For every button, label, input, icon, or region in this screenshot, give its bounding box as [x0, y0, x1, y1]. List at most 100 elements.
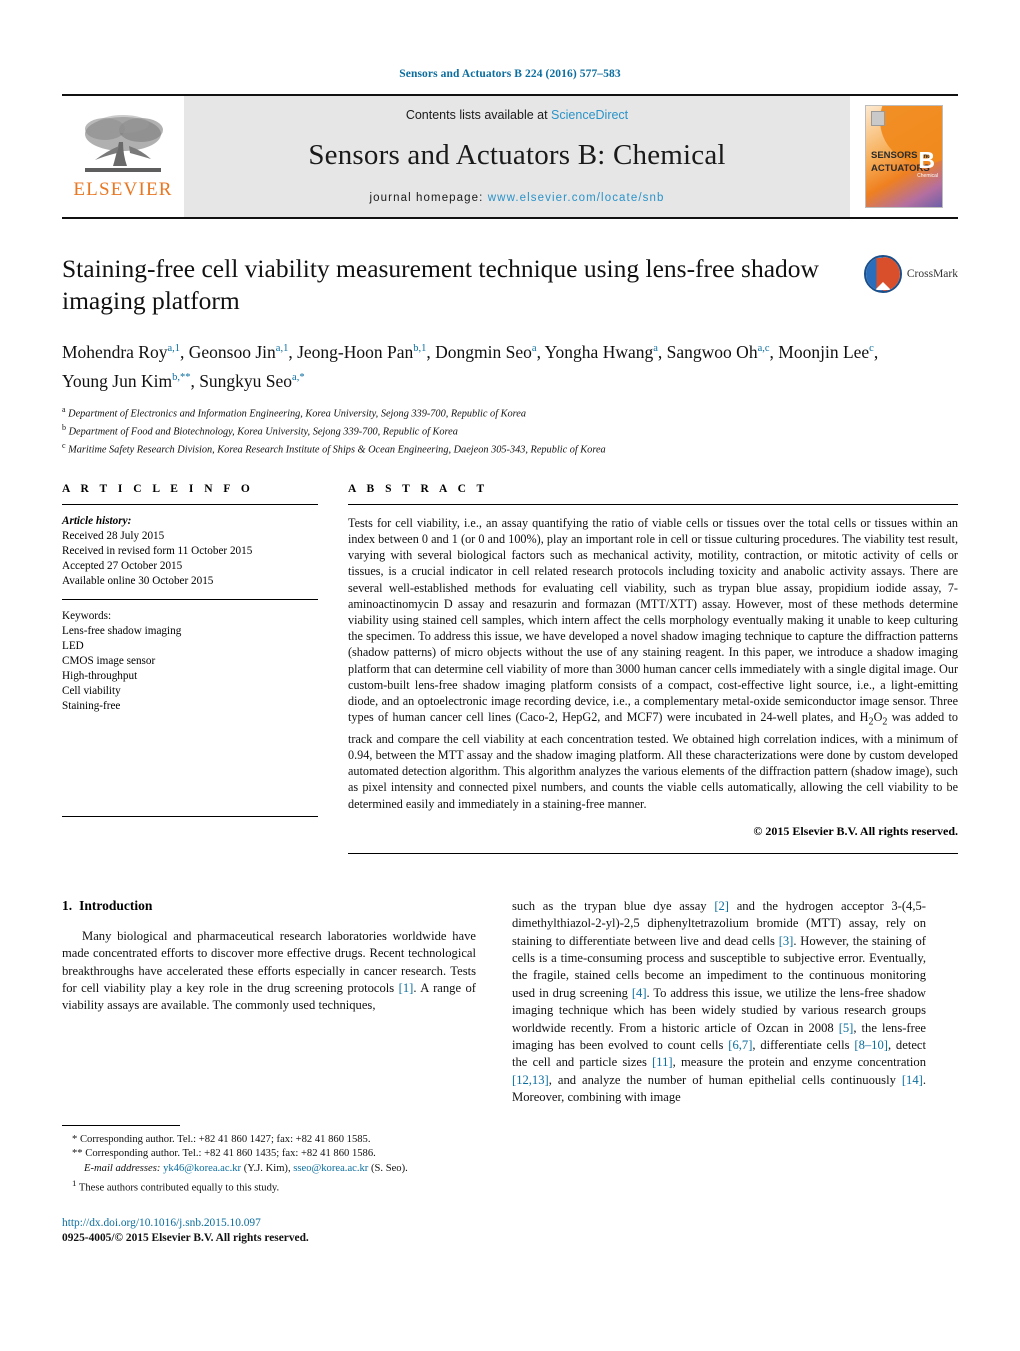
running-head: Sensors and Actuators B 224 (2016) 577–5…	[399, 68, 621, 80]
citation-ref[interactable]: [12,13]	[512, 1073, 549, 1087]
homepage-label: journal homepage:	[369, 191, 484, 204]
crossmark-icon	[863, 255, 902, 293]
keyword-item: Staining-free	[62, 699, 121, 712]
author-affiliation-mark: a,1	[167, 343, 181, 354]
author-affiliation-mark: b,1	[413, 343, 427, 354]
author-name: Mohendra Roy	[62, 341, 168, 362]
keywords-label: Keywords:	[62, 609, 112, 622]
citation-ref[interactable]: [3]	[779, 934, 794, 948]
cover-series-letter: B	[918, 147, 935, 173]
email-link-2[interactable]: sseo@korea.ac.kr	[293, 1163, 368, 1174]
keyword-item: High-throughput	[62, 669, 138, 682]
author-name: Jeong-Hoon Pan	[297, 341, 414, 362]
abstract-copyright: © 2015 Elsevier B.V. All rights reserved…	[753, 823, 958, 838]
citation-ref[interactable]: [8–10]	[854, 1038, 888, 1052]
footnote-corresponding-1: * Corresponding author. Tel.: +82 41 860…	[62, 1133, 476, 1147]
doi-link[interactable]: http://dx.doi.org/10.1016/j.snb.2015.10.…	[62, 1216, 476, 1231]
crossmark-label: CrossMark	[906, 268, 958, 280]
footnote-text-3: These authors contributed equally to thi…	[78, 1182, 280, 1194]
citation-ref[interactable]: [14]	[902, 1073, 923, 1087]
info-abstract-block: A R T I C L E I N F O Article history: R…	[62, 483, 958, 854]
affiliation-item: c Maritime Safety Research Division, Kor…	[62, 440, 606, 456]
citation-ref[interactable]: [11]	[652, 1055, 673, 1069]
intro-paragraph-right: such as the trypan blue dye assay [2] an…	[512, 898, 927, 1105]
citation-ref[interactable]: [2]	[714, 899, 729, 913]
article-history: Article history: Received 28 July 2015 R…	[62, 505, 318, 589]
author-name: Yongha Hwang	[544, 341, 654, 362]
author-affiliation-mark: a,1	[275, 343, 289, 354]
publisher-logo: ELSEVIER	[62, 96, 184, 217]
footnote-equal-contribution: 1 These authors contributed equally to t…	[62, 1176, 476, 1196]
citation-ref[interactable]: [4]	[632, 986, 647, 1000]
intro-paragraph-left: Many biological and pharmaceutical resea…	[62, 928, 476, 1015]
page-title: Staining-free cell viability measurement…	[62, 254, 819, 315]
sciencedirect-link[interactable]: ScienceDirect	[551, 108, 628, 122]
contents-prefix: Contents lists available at	[405, 107, 552, 122]
affiliation-mark: b	[62, 422, 66, 432]
history-line: Received 28 July 2015	[62, 529, 165, 542]
abstract-column: A B S T R A C T Tests for cell viability…	[340, 483, 958, 854]
author-name: Dongmin Seo	[435, 341, 532, 362]
footnote-corresponding-2: ** Corresponding author. Tel.: +82 41 86…	[62, 1147, 476, 1161]
contents-available-line: Contents lists available at ScienceDirec…	[406, 108, 628, 122]
elsevier-tree-icon	[85, 115, 163, 172]
author-affiliation-mark: a,*	[292, 371, 305, 383]
body-columns: 1. Introduction Many biological and pharm…	[62, 898, 958, 1107]
journal-cover-thumbnail: SENSORS and ACTUATORS B Chemical	[850, 96, 958, 217]
keywords-rule	[62, 598, 318, 600]
author-name: Moonjin Lee	[778, 341, 870, 362]
author-name: Young Jun Kim	[62, 370, 173, 391]
author-affiliation-mark: b,**	[172, 371, 191, 383]
abstract-rule-end	[348, 852, 958, 854]
footnote-mark-3: 1	[72, 1178, 77, 1189]
history-line: Received in revised form 11 October 2015	[62, 544, 253, 557]
author-name: Sangwoo Oh	[666, 341, 758, 362]
section-title: Introduction	[79, 897, 153, 913]
footnote-divider	[62, 1125, 180, 1126]
cover-publisher-mark-icon	[871, 111, 885, 126]
footnote-emails: E-mail addresses: yk46@korea.ac.kr (Y.J.…	[62, 1162, 476, 1176]
author-list: Mohendra Roya,1, Geonsoo Jina,1, Jeong-H…	[62, 341, 879, 391]
email-link-1[interactable]: yk46@korea.ac.kr	[163, 1163, 241, 1174]
affiliation-item: b Department of Food and Biotechnology, …	[62, 422, 458, 438]
keyword-item: CMOS image sensor	[62, 654, 156, 667]
citation-ref[interactable]: [6,7]	[728, 1038, 752, 1052]
crossmark-badge[interactable]: CrossMark	[863, 255, 958, 293]
article-info-rule-end	[62, 815, 318, 817]
issn-copyright: 0925-4005/© 2015 Elsevier B.V. All right…	[62, 1232, 309, 1245]
section-heading-introduction: 1. Introduction	[62, 898, 476, 914]
email-label: E-mail addresses:	[84, 1162, 161, 1174]
email-owner-2: (S. Seo).	[370, 1162, 408, 1174]
affiliation-item: a Department of Electronics and Informat…	[62, 404, 526, 420]
cover-series-name: Chemical	[917, 173, 938, 179]
journal-title: Sensors and Actuators B: Chemical	[308, 138, 726, 171]
journal-masthead: ELSEVIER Contents lists available at Sci…	[62, 94, 958, 219]
author-affiliation-mark: c	[869, 343, 874, 354]
footnote-mark-1: *	[72, 1134, 78, 1145]
author-name: Sungkyu Seo	[199, 370, 293, 391]
keyword-item: Lens-free shadow imaging	[62, 624, 182, 637]
footnote-mark-2: **	[72, 1148, 83, 1160]
elsevier-wordmark: ELSEVIER	[73, 179, 173, 200]
article-info-column: A R T I C L E I N F O Article history: R…	[62, 483, 340, 854]
crossmark-arrow-icon	[874, 282, 891, 290]
article-history-label: Article history:	[62, 514, 132, 527]
section-number: 1.	[62, 897, 73, 913]
abstract-text: Tests for cell viability, i.e., an assay…	[348, 515, 958, 811]
article-page: Sensors and Actuators B 224 (2016) 577–5…	[0, 0, 1020, 1351]
homepage-url-link[interactable]: www.elsevier.com/locate/snb	[488, 192, 665, 204]
title-block: Staining-free cell viability measurement…	[62, 253, 958, 457]
abstract-heading: A B S T R A C T	[348, 482, 489, 495]
footnote-block: * Corresponding author. Tel.: +82 41 860…	[62, 1125, 476, 1246]
doi-block: http://dx.doi.org/10.1016/j.snb.2015.10.…	[62, 1216, 476, 1246]
history-line: Available online 30 October 2015	[62, 574, 214, 587]
citation-ref[interactable]: [1]	[399, 981, 414, 995]
body-column-left: 1. Introduction Many biological and pharm…	[62, 898, 476, 1107]
author-affiliation-mark: a,c	[757, 343, 770, 354]
history-line: Accepted 27 October 2015	[62, 559, 183, 572]
footnote-text-2: Corresponding author. Tel.: +82 41 860 1…	[85, 1148, 376, 1160]
cover-line1: SENSORS	[871, 150, 918, 161]
citation-ref[interactable]: [5]	[839, 1021, 854, 1035]
footnote-text-1: Corresponding author. Tel.: +82 41 860 1…	[79, 1134, 371, 1145]
keywords-block: Keywords: Lens-free shadow imaging LED C…	[62, 589, 318, 714]
